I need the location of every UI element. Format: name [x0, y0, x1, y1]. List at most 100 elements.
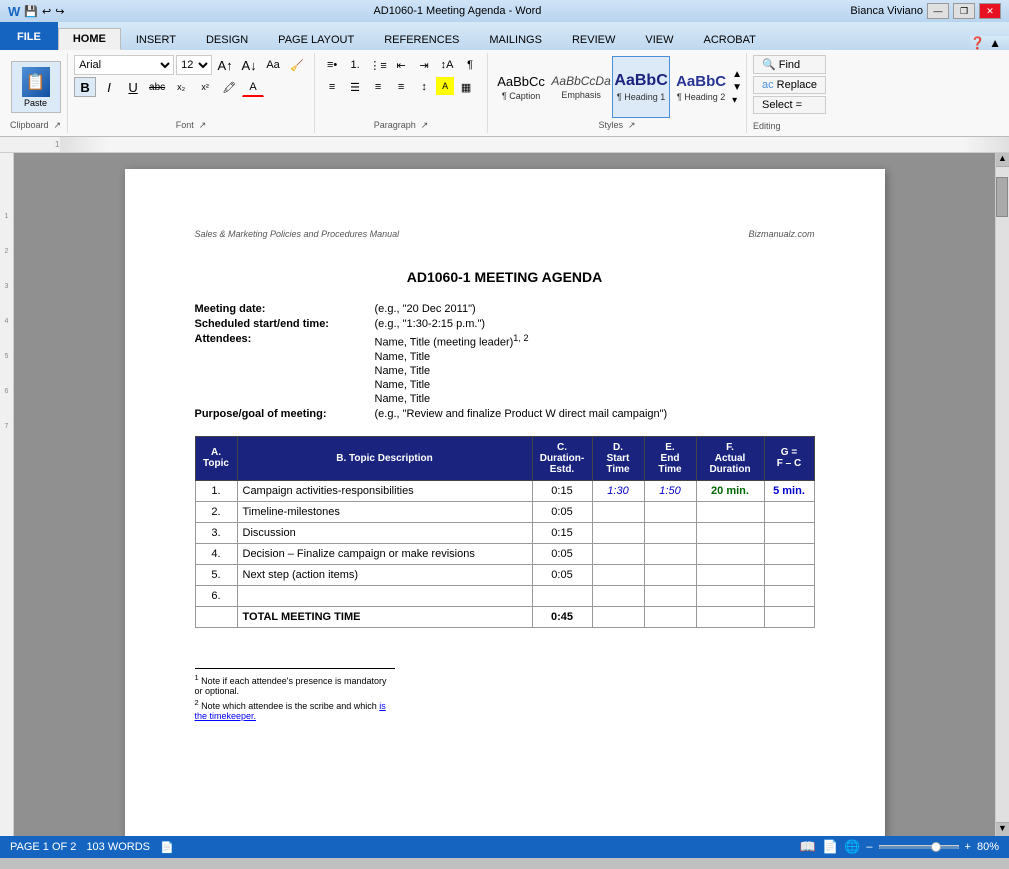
page-count: PAGE 1 OF 2	[10, 841, 76, 853]
styles-expand-button[interactable]: ▾	[732, 95, 742, 106]
editing-group: 🔍 Find ac Replace Select = Editing	[747, 53, 832, 133]
replace-button[interactable]: ac Replace	[753, 76, 826, 94]
row5-end	[644, 564, 696, 585]
close-button[interactable]: ✕	[979, 3, 1001, 19]
zoom-level: 80%	[977, 841, 999, 853]
row3-diff	[764, 522, 814, 543]
table-row: 5. Next step (action items) 0:05	[195, 564, 814, 585]
row5-diff	[764, 564, 814, 585]
select-button[interactable]: Select =	[753, 96, 826, 114]
tab-file[interactable]: FILE	[0, 22, 58, 50]
restore-button[interactable]: ❐	[953, 3, 975, 19]
row6-topic: 6.	[195, 585, 237, 606]
col-header-g: G =F – C	[764, 436, 814, 480]
tab-page-layout[interactable]: PAGE LAYOUT	[263, 28, 369, 50]
bold-button[interactable]: B	[74, 77, 96, 97]
attendees-row: Attendees: Name, Title (meeting leader)1…	[195, 333, 815, 405]
view-read-icon[interactable]: 📖	[800, 839, 816, 855]
tab-mailings[interactable]: MAILINGS	[474, 28, 557, 50]
page-header-right: Bizmanualz.com	[748, 229, 814, 239]
zoom-thumb[interactable]	[931, 842, 941, 852]
view-web-icon[interactable]: 🌐	[844, 839, 860, 855]
row4-description: Decision – Finalize campaign or make rev…	[237, 543, 532, 564]
scroll-down-button[interactable]: ▼	[996, 822, 1009, 836]
tab-references[interactable]: REFERENCES	[369, 28, 474, 50]
proofing-icon[interactable]: 📄	[160, 841, 174, 854]
styles-up-button[interactable]: ▲	[732, 69, 742, 80]
row4-start	[592, 543, 644, 564]
row1-description: Campaign activities-responsibilities	[237, 480, 532, 501]
tab-review[interactable]: REVIEW	[557, 28, 630, 50]
line-spacing-button[interactable]: ↕	[413, 77, 435, 97]
zoom-in-button[interactable]: +	[965, 841, 971, 853]
vertical-scrollbar[interactable]: ▲ ▼	[995, 153, 1009, 836]
zoom-slider[interactable]	[879, 845, 959, 849]
shading-button[interactable]: A	[436, 77, 454, 95]
view-print-icon[interactable]: 📄	[822, 839, 838, 855]
subscript-button[interactable]: x₂	[170, 77, 192, 97]
tab-insert[interactable]: INSERT	[121, 28, 191, 50]
clipboard-group: 📋 Paste Clipboard ↗	[4, 53, 68, 133]
col-header-d: D.StartTime	[592, 436, 644, 480]
style-heading2[interactable]: AaBbC ¶ Heading 2	[672, 56, 730, 118]
editing-group-label: Editing	[753, 121, 826, 131]
style-emphasis[interactable]: AaBbCcDa Emphasis	[552, 56, 610, 118]
quick-access-undo[interactable]: ↩	[42, 5, 51, 18]
clear-format-icon[interactable]: 🧹	[286, 55, 308, 75]
bullets-button[interactable]: ≡•	[321, 55, 343, 75]
justify-button[interactable]: ≡	[390, 77, 412, 97]
font-shrink-icon[interactable]: A↓	[238, 55, 260, 75]
decrease-indent-button[interactable]: ⇤	[390, 55, 412, 75]
row2-start	[592, 501, 644, 522]
align-right-button[interactable]: ≡	[367, 77, 389, 97]
font-name-select[interactable]: Arial	[74, 55, 174, 75]
scroll-up-button[interactable]: ▲	[996, 153, 1009, 167]
multilevel-button[interactable]: ⋮≡	[367, 55, 389, 75]
font-color-button[interactable]: A	[242, 77, 264, 97]
numbering-button[interactable]: 1.	[344, 55, 366, 75]
strikethrough-button[interactable]: abc	[146, 77, 168, 97]
underline-button[interactable]: U	[122, 77, 144, 97]
scheduled-time-label: Scheduled start/end time:	[195, 318, 375, 330]
tab-home[interactable]: HOME	[58, 28, 121, 50]
font-grow-icon[interactable]: A↑	[214, 55, 236, 75]
table-row: 4. Decision – Finalize campaign or make …	[195, 543, 814, 564]
quick-access-redo[interactable]: ↪	[55, 5, 64, 18]
increase-indent-button[interactable]: ⇥	[413, 55, 435, 75]
ribbon-minimize-icon[interactable]: ▲	[989, 36, 1001, 50]
show-para-button[interactable]: ¶	[459, 55, 481, 75]
row4-diff	[764, 543, 814, 564]
status-left: PAGE 1 OF 2 103 WORDS 📄	[10, 841, 174, 854]
table-header-row: A.Topic B. Topic Description C.Duration-…	[195, 436, 814, 480]
help-icon[interactable]: ❓	[970, 36, 985, 50]
style-heading1-label: ¶ Heading 1	[617, 92, 665, 102]
borders-button[interactable]: ▦	[455, 77, 477, 97]
minimize-button[interactable]: —	[927, 3, 949, 19]
tab-design[interactable]: DESIGN	[191, 28, 263, 50]
quick-access-save[interactable]: 💾	[24, 5, 38, 18]
superscript-button[interactable]: x²	[194, 77, 216, 97]
scroll-thumb[interactable]	[996, 177, 1008, 217]
style-heading1[interactable]: AaBbC ¶ Heading 1	[612, 56, 670, 118]
change-case-icon[interactable]: Aa	[262, 55, 284, 75]
font-size-select[interactable]: 12	[176, 55, 212, 75]
row6-duration	[532, 585, 592, 606]
row4-end	[644, 543, 696, 564]
find-button[interactable]: 🔍 Find	[753, 55, 826, 74]
align-left-button[interactable]: ≡	[321, 77, 343, 97]
row3-start	[592, 522, 644, 543]
style-caption[interactable]: AaBbCc ¶ Caption	[492, 56, 550, 118]
zoom-out-button[interactable]: –	[866, 841, 872, 853]
document-area[interactable]: Sales & Marketing Policies and Procedure…	[14, 153, 995, 836]
paste-label: Paste	[24, 98, 47, 108]
italic-button[interactable]: I	[98, 77, 120, 97]
styles-down-button[interactable]: ▼	[732, 82, 742, 93]
paste-button[interactable]: 📋 Paste	[11, 61, 61, 113]
align-center-button[interactable]: ☰	[344, 77, 366, 97]
text-highlight-button[interactable]: 🖍	[218, 77, 240, 97]
tab-acrobat[interactable]: ACROBAT	[688, 28, 770, 50]
attendees-list: Name, Title (meeting leader)1, 2 Name, T…	[375, 333, 529, 405]
sort-button[interactable]: ↕A	[436, 55, 458, 75]
tab-view[interactable]: VIEW	[630, 28, 688, 50]
timekeeper-link[interactable]: is the timekeeper.	[195, 701, 386, 721]
